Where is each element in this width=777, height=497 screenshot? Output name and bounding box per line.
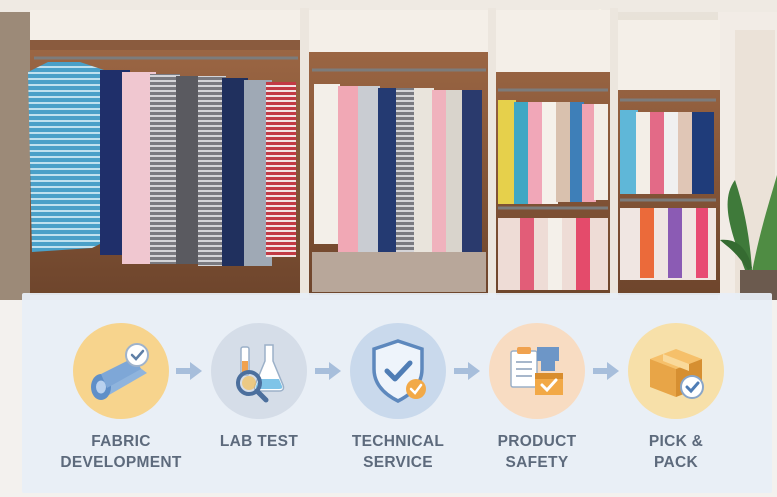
- step-fabric-development: FABRIC DEVELOPMENT: [46, 323, 196, 473]
- step-icon-circle: [489, 323, 585, 419]
- package-box-icon: [650, 349, 704, 399]
- step-icon-circle: [73, 323, 169, 419]
- step-product-safety: PRODUCT SAFETY: [462, 323, 612, 473]
- step-label: LAB TEST: [219, 433, 299, 450]
- step-icon-circle: [350, 323, 446, 419]
- fabric-roll-icon: [91, 343, 149, 400]
- process-panel: FABRIC DEVELOPMENT LAB TEST TECHNICAL SE…: [22, 293, 772, 493]
- step-icon-circle: [628, 323, 724, 419]
- step-technical-service: TECHNICAL SERVICE: [323, 323, 473, 473]
- step-label: PICK & PACK: [648, 433, 704, 471]
- step-icon-circle: [211, 323, 307, 419]
- step-pick-and-pack: PICK & PACK: [601, 323, 751, 473]
- step-label: TECHNICAL SERVICE: [351, 433, 445, 471]
- shield-check-icon: [372, 339, 426, 403]
- step-label: FABRIC DEVELOPMENT: [60, 433, 182, 471]
- lab-flask-icon: [236, 344, 285, 403]
- wardrobe-photo: [0, 0, 777, 300]
- step-lab-test: LAB TEST: [184, 323, 334, 452]
- step-label: PRODUCT SAFETY: [497, 433, 577, 471]
- clipboard-box-icon: [510, 347, 563, 395]
